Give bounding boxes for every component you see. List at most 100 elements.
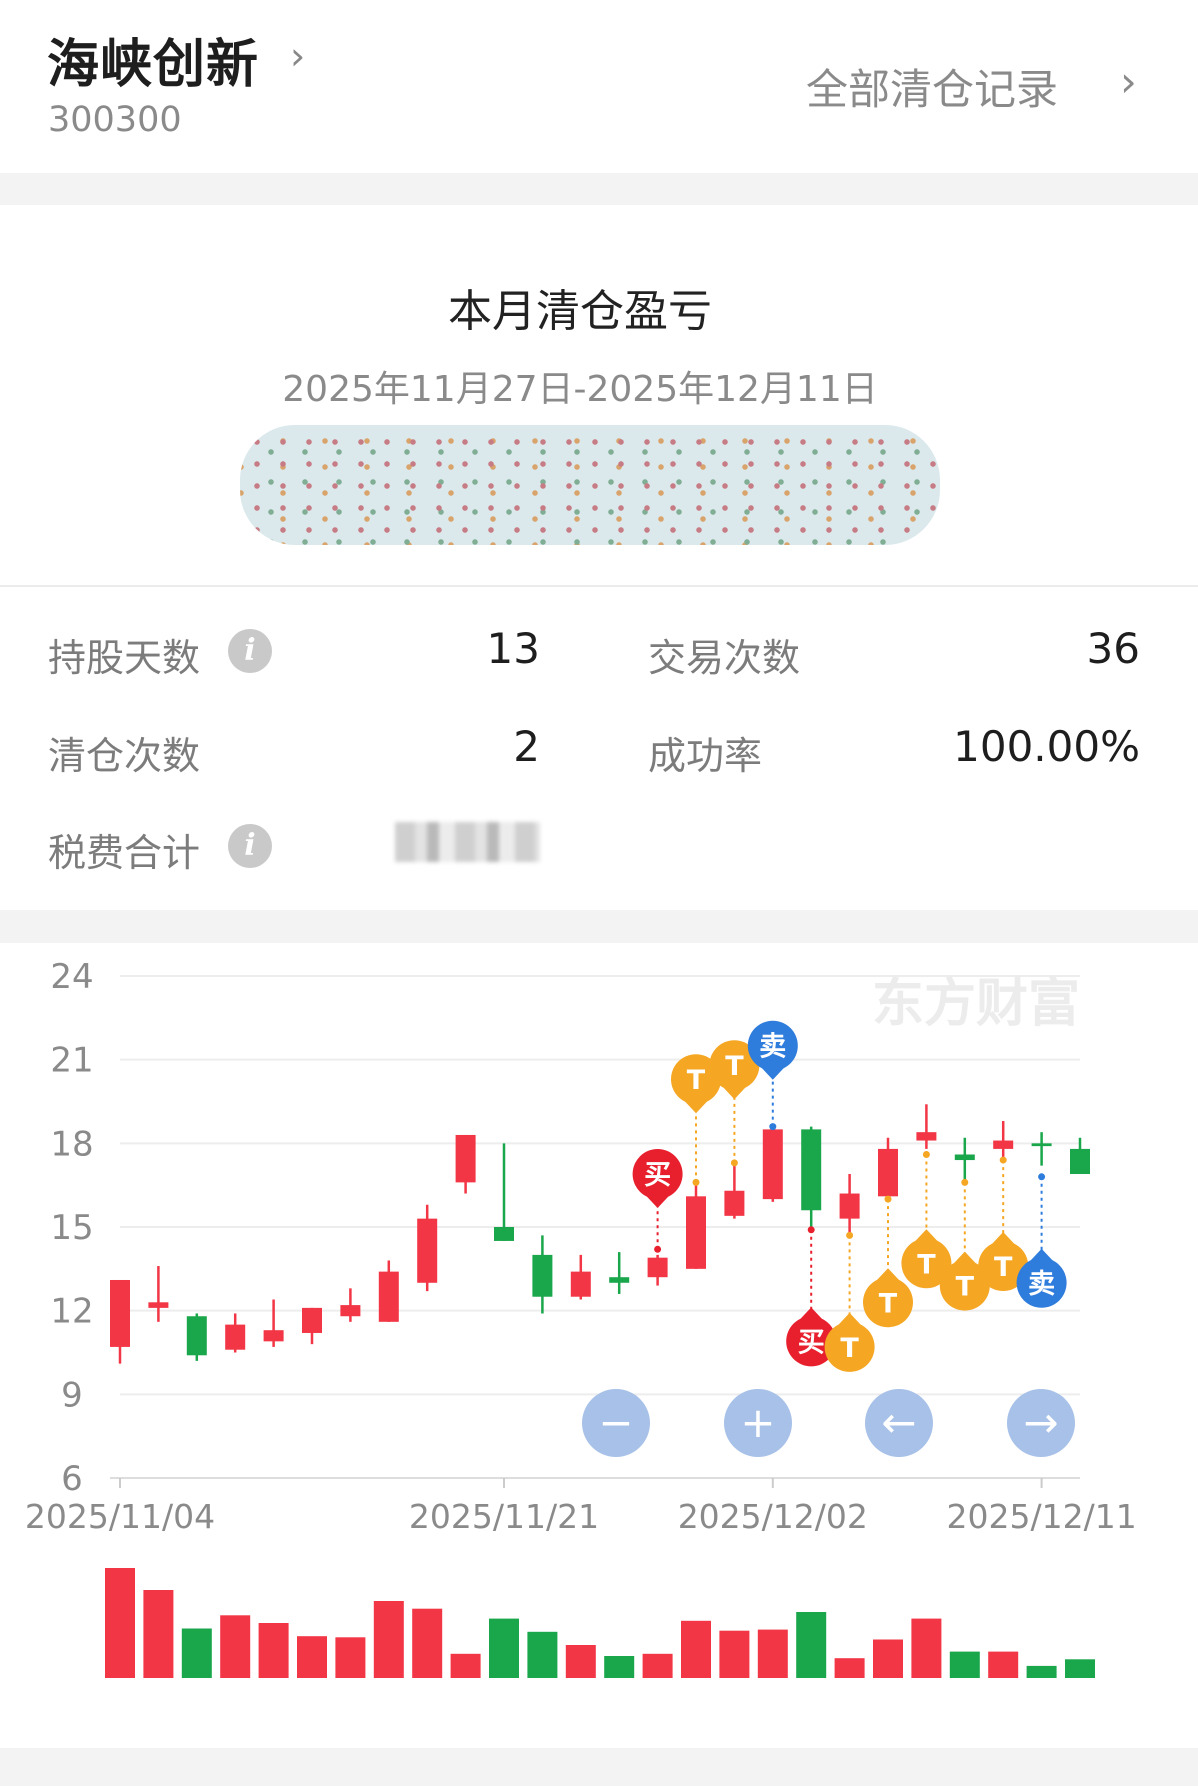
chevron-right-icon[interactable]: › — [1120, 57, 1137, 106]
y-tick-label: 6 — [61, 1459, 83, 1499]
y-tick-label: 18 — [50, 1124, 93, 1164]
volume-bar — [220, 1615, 251, 1678]
volume-bar — [719, 1630, 750, 1678]
zoom-in-icon-glyph: + — [740, 1398, 775, 1447]
y-tick-label: 9 — [61, 1375, 83, 1415]
volume-bar — [834, 1658, 865, 1678]
candle-body — [225, 1324, 246, 1350]
volume-bar — [642, 1653, 673, 1678]
y-tick-label: 24 — [50, 957, 93, 997]
fees-label: 税费合计 — [48, 831, 201, 875]
stock-code: 300300 — [48, 100, 182, 140]
stock-name[interactable]: 海峡创新 — [47, 22, 259, 97]
chart-panel: 东方财富 买TT卖买TTTTT卖 24 21 18 15 12 9 6 2025/11/04 2… — [0, 943, 1198, 1748]
volume-bar — [796, 1612, 827, 1678]
x-tick-label: 2025/12/11 — [946, 1497, 1136, 1536]
arrow-right-button[interactable]: → — [1007, 1389, 1075, 1457]
trade-marker-label: T — [994, 1252, 1013, 1283]
volume-bar — [489, 1618, 519, 1678]
candle-body — [993, 1140, 1014, 1149]
candle-body — [686, 1196, 706, 1269]
info-icon[interactable]: i — [228, 824, 272, 868]
volume-bar — [143, 1590, 174, 1678]
redacted-amount — [240, 425, 940, 545]
arrow-left-icon-glyph: ← — [881, 1398, 916, 1447]
date-range: 2025年11月27日-2025年12月11日 — [282, 369, 878, 410]
candle-body — [1070, 1148, 1090, 1175]
holding-days-label: 持股天数 — [48, 636, 201, 680]
trade-count-value: 36 — [1086, 624, 1140, 673]
y-tick-label: 15 — [50, 1208, 93, 1248]
stats-card: 持股天数 i 13 交易次数 36 清仓次数 2 成功率 100.00% 税费合… — [0, 587, 1198, 910]
volume-bar — [911, 1618, 942, 1678]
candle-body — [954, 1154, 975, 1161]
candle-body — [417, 1218, 438, 1283]
all-records-link[interactable]: 全部清仓记录 — [806, 56, 1058, 117]
volume-bar — [1026, 1665, 1057, 1678]
summary-card: 本月清仓盈亏 2025年11月27日-2025年12月11日 — [0, 205, 1198, 587]
candle-body — [186, 1316, 207, 1356]
trade-price-dot — [654, 1245, 662, 1253]
zoom-in-button[interactable]: + — [724, 1389, 792, 1457]
trade-marker-label: 买 — [798, 1327, 825, 1358]
volume-bar — [412, 1608, 443, 1678]
volume-bar — [181, 1628, 212, 1678]
x-tick-label: 2025/11/21 — [409, 1497, 599, 1536]
trade-marker-label: 卖 — [759, 1032, 786, 1063]
arrow-left-button[interactable]: ← — [865, 1389, 933, 1457]
zoom-out-button[interactable]: − — [582, 1389, 650, 1457]
candle-body — [110, 1279, 130, 1347]
redacted-fees — [395, 822, 540, 862]
volume-bar — [565, 1645, 596, 1678]
candle-body — [148, 1302, 169, 1308]
trade-price-dot — [769, 1123, 777, 1131]
holding-days-value: 13 — [486, 624, 540, 673]
trade-marker-label: T — [687, 1065, 706, 1096]
trade-price-dot — [961, 1178, 969, 1186]
volume-bar — [258, 1623, 289, 1678]
trade-marker-label: 买 — [644, 1160, 671, 1191]
trade-marker-label: T — [879, 1288, 898, 1319]
trade-price-dot — [692, 1178, 700, 1186]
volume-bar — [527, 1631, 558, 1678]
trade-marker-label: T — [917, 1249, 936, 1280]
header: 海峡创新 › 300300 全部清仓记录 › — [0, 0, 1198, 173]
chevron-right-icon[interactable]: › — [290, 34, 305, 78]
volume-bar — [604, 1656, 635, 1678]
zoom-out-icon-glyph: − — [598, 1398, 633, 1447]
candle-body — [762, 1129, 783, 1200]
volume-bar — [949, 1651, 980, 1678]
candle-body — [839, 1193, 860, 1219]
trade-price-dot — [999, 1156, 1007, 1164]
success-rate-value: 100.00% — [953, 722, 1140, 771]
candle-body — [494, 1227, 514, 1241]
candle-body — [570, 1271, 591, 1297]
trade-marker-label: T — [840, 1333, 859, 1364]
arrow-right-icon-glyph: → — [1023, 1398, 1058, 1447]
success-rate-label: 成功率 — [648, 734, 763, 778]
summary-title: 本月清仓盈亏 — [448, 286, 712, 337]
kline-chart[interactable]: 东方财富 买T T卖买 TTTTT卖 2421181512962025/11/04 2… — [0, 943, 1198, 1748]
candle-body — [340, 1305, 361, 1317]
trade-count-label: 交易次数 — [648, 636, 801, 680]
volume-bar — [757, 1629, 788, 1678]
info-icon[interactable]: i — [228, 629, 272, 673]
volume-bar — [681, 1620, 711, 1678]
candle-body — [609, 1277, 630, 1283]
trade-marker-label: T — [725, 1051, 744, 1082]
candle-body — [302, 1307, 322, 1333]
watermark-text: 东方财富 — [872, 974, 1080, 1034]
trade-price-dot — [1038, 1173, 1046, 1181]
volume-bar — [450, 1653, 481, 1678]
y-tick-label: 21 — [50, 1041, 93, 1081]
candle-body — [916, 1132, 937, 1141]
x-tick-label: 2025/11/04 — [25, 1497, 215, 1536]
volume-bar — [1065, 1659, 1095, 1678]
volume-bar — [988, 1651, 1019, 1678]
candle-body — [724, 1190, 745, 1216]
trade-marker-label: T — [956, 1272, 975, 1303]
volume-bar — [873, 1639, 903, 1678]
trade-price-dot — [807, 1226, 815, 1234]
candle-body — [455, 1134, 476, 1183]
candle-body — [878, 1148, 898, 1197]
